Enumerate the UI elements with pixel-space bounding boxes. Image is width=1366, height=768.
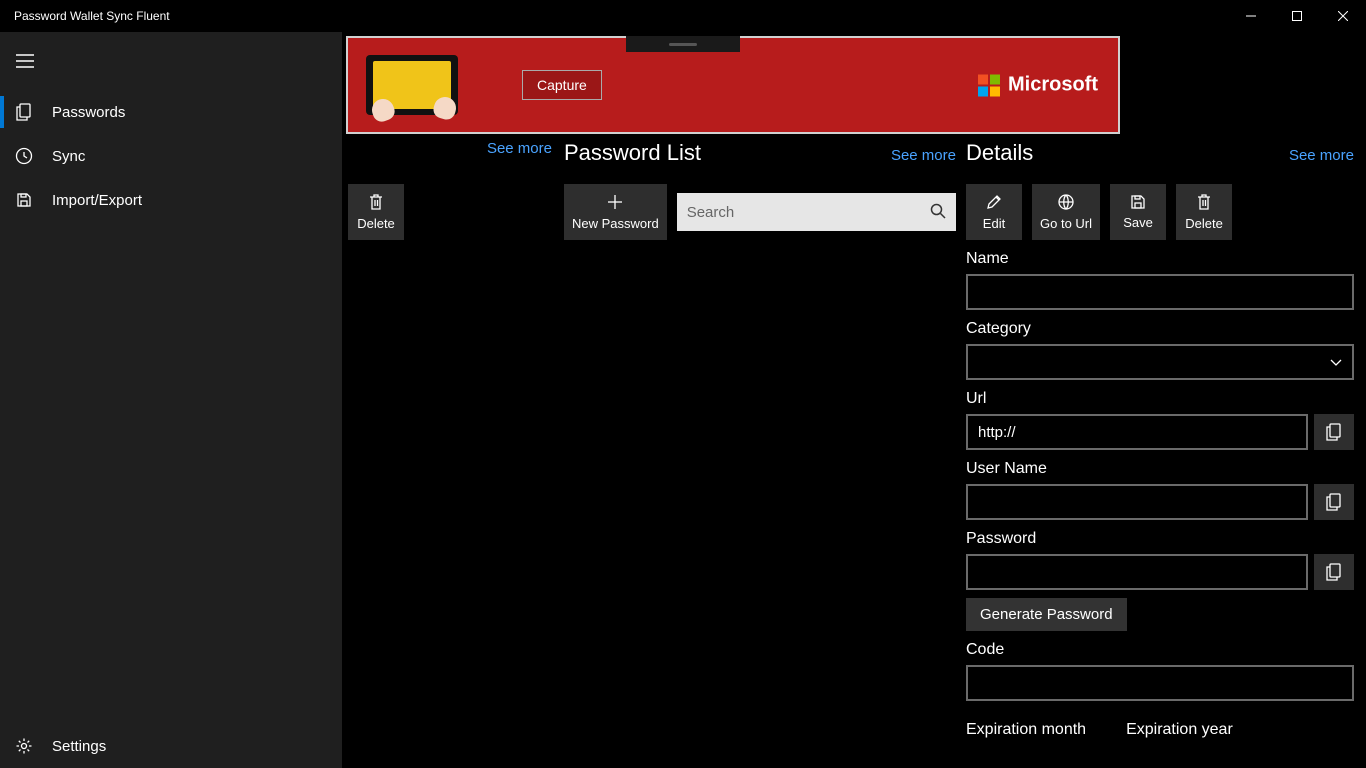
- url-input[interactable]: [966, 414, 1308, 450]
- name-input[interactable]: [966, 274, 1354, 310]
- code-input[interactable]: [966, 665, 1354, 701]
- chevron-down-icon: [1330, 354, 1342, 370]
- see-more-link[interactable]: See more: [891, 147, 956, 164]
- new-password-button[interactable]: New Password: [564, 184, 667, 240]
- generate-password-button[interactable]: Generate Password: [966, 598, 1127, 631]
- edit-button[interactable]: Edit: [966, 184, 1022, 240]
- sidebar: Passwords Sync Import/Export Settings: [0, 32, 342, 768]
- sidebar-item-label: Passwords: [52, 104, 125, 121]
- category-select[interactable]: [966, 344, 1354, 380]
- see-more-link[interactable]: See more: [1289, 147, 1354, 164]
- label-password: Password: [966, 530, 1354, 548]
- sidebar-item-import-export[interactable]: Import/Export: [0, 178, 342, 222]
- label-exp-year: Expiration year: [1126, 721, 1233, 739]
- minimize-button[interactable]: [1228, 0, 1274, 32]
- sidebar-item-label: Sync: [52, 148, 85, 165]
- copy-icon: [12, 103, 36, 121]
- pencil-icon: [985, 193, 1003, 214]
- save-icon: [12, 192, 36, 208]
- capture-button[interactable]: Capture: [522, 70, 602, 100]
- label-category: Category: [966, 320, 1354, 338]
- label-name: Name: [966, 250, 1354, 268]
- copy-username-button[interactable]: [1314, 484, 1354, 520]
- clock-icon: [12, 147, 36, 165]
- globe-icon: [1057, 193, 1075, 214]
- close-button[interactable]: [1320, 0, 1366, 32]
- save-icon: [1130, 194, 1146, 213]
- label-username: User Name: [966, 460, 1354, 478]
- password-list-column: Password List See more New Password: [558, 140, 962, 768]
- categories-column: See more Delete: [342, 140, 558, 768]
- sidebar-item-settings[interactable]: Settings: [0, 724, 342, 768]
- trash-icon: [1196, 193, 1212, 214]
- microsoft-logo: Microsoft: [978, 74, 1098, 97]
- sidebar-item-label: Import/Export: [52, 192, 142, 209]
- plus-icon: [606, 193, 624, 214]
- titlebar: Password Wallet Sync Fluent: [0, 0, 1366, 32]
- details-title: Details: [966, 140, 1033, 166]
- details-column: Details See more Edit Go to Url: [962, 140, 1366, 768]
- maximize-button[interactable]: [1274, 0, 1320, 32]
- banner-grip: [626, 36, 740, 52]
- ad-banner[interactable]: Capture Microsoft: [346, 36, 1120, 134]
- password-input[interactable]: [966, 554, 1308, 590]
- search-box[interactable]: [677, 193, 956, 231]
- label-url: Url: [966, 390, 1354, 408]
- copy-url-button[interactable]: [1314, 414, 1354, 450]
- username-input[interactable]: [966, 484, 1308, 520]
- search-icon: [930, 203, 946, 222]
- copy-password-button[interactable]: [1314, 554, 1354, 590]
- hamburger-button[interactable]: [0, 32, 342, 90]
- password-list-title: Password List: [564, 140, 701, 166]
- delete-password-button[interactable]: Delete: [1176, 184, 1232, 240]
- gear-icon: [12, 737, 36, 755]
- sidebar-item-sync[interactable]: Sync: [0, 134, 342, 178]
- delete-category-button[interactable]: Delete: [348, 184, 404, 240]
- window-title: Password Wallet Sync Fluent: [14, 9, 170, 23]
- sidebar-item-passwords[interactable]: Passwords: [0, 90, 342, 134]
- see-more-link[interactable]: See more: [487, 140, 552, 157]
- label-exp-month: Expiration month: [966, 721, 1086, 739]
- label-code: Code: [966, 641, 1354, 659]
- save-button[interactable]: Save: [1110, 184, 1166, 240]
- goto-url-button[interactable]: Go to Url: [1032, 184, 1100, 240]
- sidebar-item-label: Settings: [52, 738, 106, 755]
- search-input[interactable]: [687, 204, 930, 221]
- trash-icon: [368, 193, 384, 214]
- banner-illustration: [366, 55, 458, 115]
